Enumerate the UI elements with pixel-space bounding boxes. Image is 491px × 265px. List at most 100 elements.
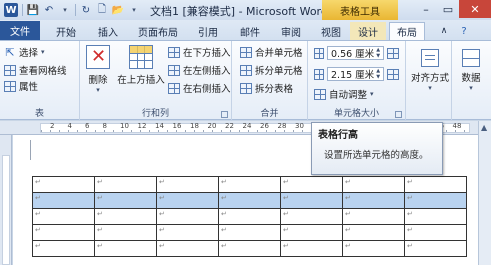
alignment-button[interactable]: 对齐方式 ▾ (410, 45, 450, 92)
table-row[interactable]: ↵ ↵ ↵ ↵ ↵ ↵ ↵ (32, 192, 467, 209)
ruler-number: 24 (242, 122, 252, 130)
table-cell[interactable]: ↵ (32, 224, 95, 241)
table-cell[interactable]: ↵ (32, 208, 95, 225)
new-document-icon[interactable]: 🗋 (96, 4, 108, 16)
distribute-rows-icon[interactable] (387, 47, 400, 59)
tab-insert[interactable]: 插入 (90, 22, 126, 40)
vertical-scrollbar[interactable] (478, 121, 491, 265)
undo-dropdown-icon[interactable]: ▾ (59, 4, 71, 16)
maximize-icon[interactable]: ▭ (437, 0, 459, 18)
tab-home[interactable]: 开始 (48, 22, 84, 40)
table-cell[interactable]: ↵ (156, 192, 219, 209)
insert-above-button[interactable]: 在上方插入 (116, 45, 166, 86)
insert-right-button[interactable]: 在右侧插入 (168, 81, 231, 95)
tab-file[interactable]: 文件 (0, 21, 40, 40)
open-icon[interactable]: 📂 (112, 4, 124, 16)
table-cell[interactable]: ↵ (404, 240, 467, 257)
save-icon[interactable]: 💾 (27, 4, 39, 16)
view-gridlines-button[interactable]: 查看网格线 (4, 63, 67, 77)
tab-mailings[interactable]: 邮件 (232, 22, 268, 40)
table-cell[interactable]: ↵ (404, 208, 467, 225)
split-table-button[interactable]: 拆分表格 (240, 81, 293, 95)
customize-toolbar-icon[interactable]: ▾ (128, 4, 140, 16)
table-row[interactable]: ↵ ↵ ↵ ↵ ↵ ↵ ↵ (32, 176, 467, 193)
table-cell[interactable]: ↵ (94, 240, 157, 257)
table-cell[interactable]: ↵ (280, 208, 343, 225)
undo-icon[interactable]: ↶ (43, 4, 55, 16)
distribute-columns-icon[interactable] (387, 68, 400, 80)
table-cell[interactable]: ↵ (32, 176, 95, 193)
minimize-icon[interactable]: – (415, 0, 437, 18)
insert-left-button[interactable]: 在左侧插入 (168, 63, 231, 77)
insert-below-button[interactable]: 在下方插入 (168, 45, 231, 59)
table-cell[interactable]: ↵ (156, 176, 219, 193)
minimize-ribbon-icon[interactable]: ∧ (436, 22, 452, 40)
table-cell[interactable]: ↵ (404, 224, 467, 241)
tab-review[interactable]: 审阅 (273, 22, 309, 40)
table-cell[interactable]: ↵ (280, 224, 343, 241)
merge-cells-button[interactable]: 合并单元格 (240, 45, 303, 59)
tooltip: 表格行高 设置所选单元格的高度。 (311, 122, 443, 175)
spinner-icon[interactable]: ▲ ▼ (376, 47, 380, 59)
split-cells-button[interactable]: 拆分单元格 (240, 63, 303, 77)
table-cell[interactable]: ↵ (218, 208, 281, 225)
ruler-number: 18 (190, 122, 199, 130)
tab-references[interactable]: 引用 (190, 22, 226, 40)
select-button[interactable]: ⇱ 选择 ▾ (4, 45, 44, 60)
delete-label: 删除 (88, 75, 108, 86)
column-width-field[interactable]: 2.15 厘米 ▲ ▼ (327, 67, 385, 81)
chevron-down-icon: ▾ (370, 90, 374, 98)
table-cell[interactable]: ↵ (94, 192, 157, 209)
help-icon[interactable]: ? (456, 22, 472, 40)
table-row[interactable]: ↵ ↵ ↵ ↵ ↵ ↵ ↵ (32, 240, 467, 257)
ribbon: ⇱ 选择 ▾ 查看网格线 属性 表 删除 ▾ 在上方插入 在下方插入 (0, 40, 491, 121)
split-cells-label: 拆分单元格 (255, 66, 303, 77)
table-cell[interactable]: ↵ (280, 192, 343, 209)
table-cell[interactable]: ↵ (156, 208, 219, 225)
table-cell[interactable]: ↵ (280, 240, 343, 257)
tab-page-layout[interactable]: 页面布局 (130, 22, 186, 40)
insert-below-label: 在下方插入 (183, 48, 231, 59)
table-cell[interactable]: ↵ (94, 224, 157, 241)
tab-view[interactable]: 视图 (313, 22, 349, 40)
table-cell[interactable]: ↵ (280, 176, 343, 193)
data-button[interactable]: 数据 ▾ (454, 45, 488, 92)
autofit-button[interactable]: 自动调整 ▾ (314, 87, 374, 101)
table-cell[interactable]: ↵ (32, 240, 95, 257)
close-icon[interactable]: ✕ (459, 0, 491, 18)
group-data: 数据 ▾ (452, 41, 491, 121)
table-cell[interactable]: ↵ (94, 208, 157, 225)
tab-layout[interactable]: 布局 (389, 22, 425, 40)
dialog-launcher-icon[interactable] (395, 111, 402, 118)
table-cell[interactable]: ↵ (342, 208, 405, 225)
table-row[interactable]: ↵ ↵ ↵ ↵ ↵ ↵ ↵ (32, 224, 467, 241)
document-table[interactable]: ↵ ↵ ↵ ↵ ↵ ↵ ↵ ↵ ↵ ↵ ↵ ↵ ↵ ↵ ↵ ↵ ↵ ↵ ↵ ↵ ↵ ↵ ↵ ↵ ↵ ↵ ↵ ↵ ↵ ↵ ↵ ↵ ↵ ↵ ↵ (32, 176, 467, 257)
table-cell[interactable]: ↵ (342, 224, 405, 241)
tab-design[interactable]: 设计 (350, 22, 386, 40)
redo-icon[interactable]: ↻ (80, 4, 92, 16)
table-cell[interactable]: ↵ (404, 176, 467, 193)
table-cell[interactable]: ↵ (156, 224, 219, 241)
properties-button[interactable]: 属性 (4, 79, 38, 93)
spinner-icon[interactable]: ▲ ▼ (376, 68, 380, 80)
table-cell[interactable]: ↵ (342, 192, 405, 209)
insert-right-label: 在右侧插入 (183, 84, 231, 95)
table-cell[interactable]: ↵ (218, 192, 281, 209)
table-cell[interactable]: ↵ (342, 176, 405, 193)
table-cell[interactable]: ↵ (156, 240, 219, 257)
table-cell[interactable]: ↵ (404, 192, 467, 209)
table-cell[interactable]: ↵ (94, 176, 157, 193)
chevron-down-icon: ▾ (469, 84, 473, 92)
row-height-field[interactable]: 0.56 厘米 ▲ ▼ (327, 46, 385, 60)
dialog-launcher-icon[interactable] (221, 111, 228, 118)
table-row[interactable]: ↵ ↵ ↵ ↵ ↵ ↵ ↵ (32, 208, 467, 225)
delete-button[interactable]: 删除 ▾ (82, 45, 114, 94)
table-cell[interactable]: ↵ (342, 240, 405, 257)
gridlines-icon (4, 64, 16, 76)
table-cell[interactable]: ↵ (218, 224, 281, 241)
split-table-label: 拆分表格 (255, 84, 294, 95)
table-cell[interactable]: ↵ (218, 240, 281, 257)
toolbar-separator (75, 4, 76, 16)
table-cell[interactable]: ↵ (218, 176, 281, 193)
table-cell[interactable]: ↵ (32, 192, 95, 209)
